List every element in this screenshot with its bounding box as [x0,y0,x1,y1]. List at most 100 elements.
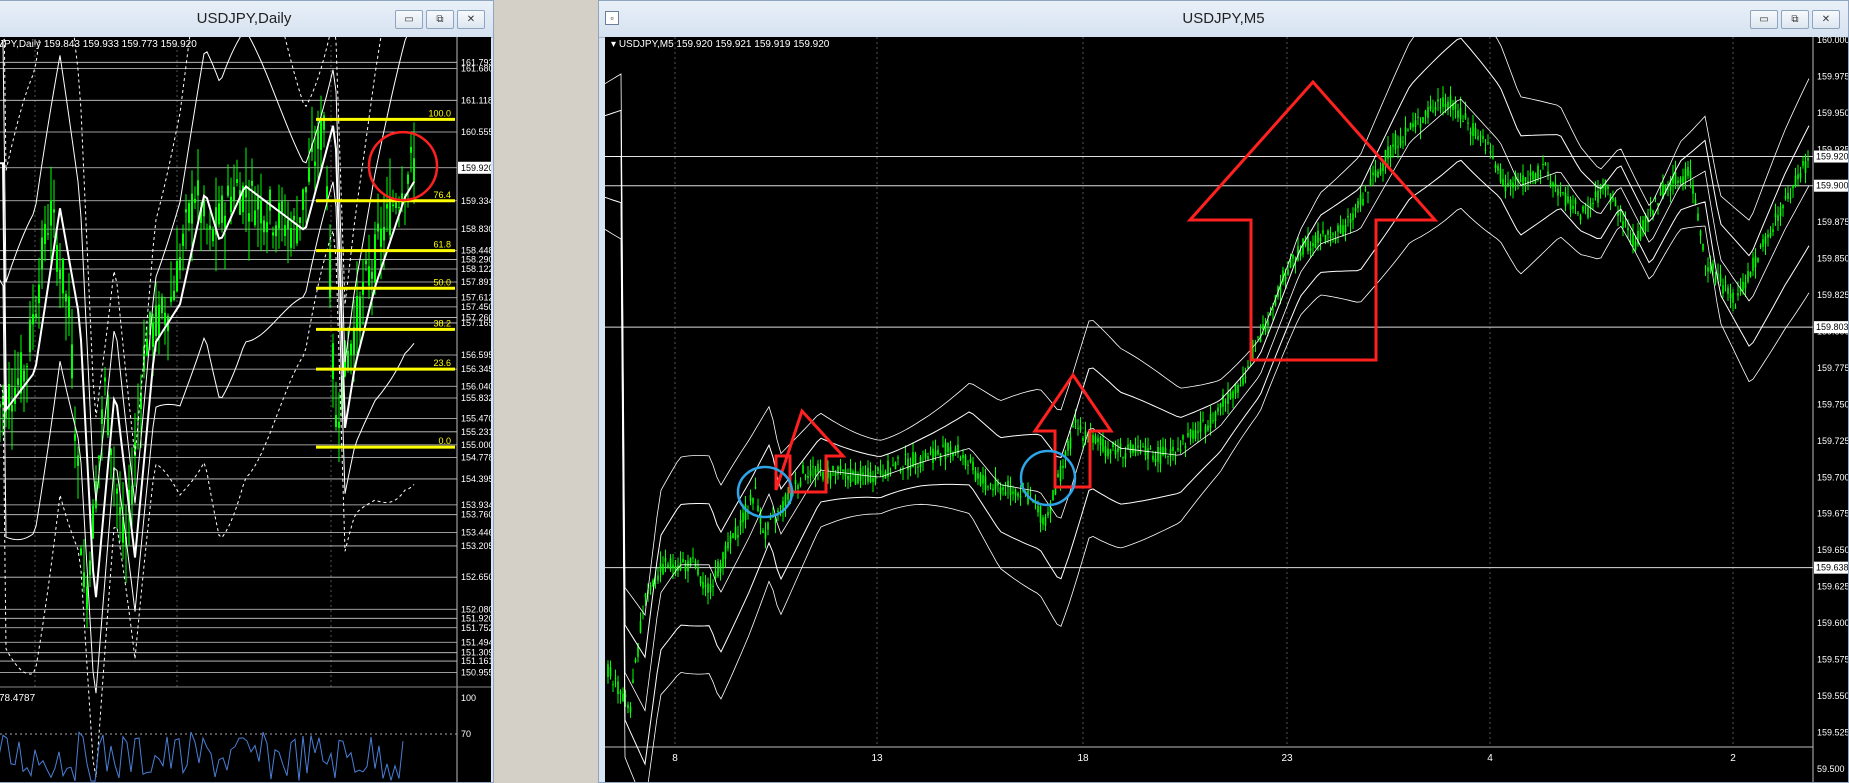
candle-body [1569,199,1572,210]
daily-chart-window[interactable]: USDJPY,Daily ▭ ⧉ ✕ JPY,Daily 159.843 159… [0,0,494,783]
close-button[interactable]: ✕ [457,10,485,29]
candle-body [1062,465,1064,469]
close-button[interactable]: ✕ [1812,10,1840,29]
candle-body [659,562,662,572]
candle-body [1557,188,1559,196]
candle-body [221,195,223,223]
candle-body [191,193,193,224]
candle-body [944,442,947,460]
candle-body [1627,227,1629,231]
price-axis-label: 160.000 [1817,37,1849,45]
candle-body [1307,236,1309,252]
candle-body [1482,136,1484,139]
candle-body [822,471,824,480]
candle-body [1272,308,1274,310]
candle-body [347,350,349,369]
price-axis-label: 154.395 [461,474,491,484]
candle-body [1047,512,1049,516]
candle-body [979,473,982,486]
candle-body [737,534,739,538]
candle-body [1519,180,1522,183]
candle-body [1257,336,1259,338]
m5-chart-area[interactable]: ▾ USDJPY,M5 159.920 159.921 159.919 159.… [605,37,1849,782]
candle-body [709,583,712,592]
candle-body [1147,448,1149,460]
candle-body [227,185,229,196]
candle-body [657,575,659,581]
candle-body [1194,429,1197,439]
candle-body [807,475,809,479]
candle-body [383,226,385,241]
candle-body [20,352,22,394]
minimize-button[interactable]: ▭ [395,10,423,29]
daily-chart-area[interactable]: JPY,Daily 159.843 159.933 159.773 159.92… [0,37,491,782]
price-axis-label: 159.725 [1817,436,1849,446]
candle-body [1652,210,1654,215]
m5-chart-svg: 8 13 18 23 4 2160.000159.975159.950159.925159… [605,37,1849,782]
candle-body [1212,420,1214,422]
candle-body [1349,219,1352,223]
restore-button[interactable]: ⧉ [426,10,454,29]
candle-body [1759,245,1762,247]
candle-body [734,526,737,539]
candle-body [744,504,747,520]
candle-body [35,313,37,319]
price-axis-label: 160.555 [461,127,491,137]
candle-body [0,404,1,408]
candle-body [1592,203,1594,205]
price-axis-label: 151.494 [461,637,491,647]
price-axis-label: 159.334 [461,196,491,206]
candle-body [1342,225,1344,236]
candle-body [284,225,286,236]
candle-body [1579,215,1582,220]
candle-body [1184,446,1187,448]
candle-body [1109,449,1112,454]
candle-body [1399,136,1402,146]
candle-body [1352,213,1354,221]
candle-body [1707,267,1709,272]
candle-body [1767,234,1769,238]
candle-body [1244,377,1247,379]
m5-window-titlebar[interactable]: ▫ USDJPY,M5 ▭ ⧉ ✕ [599,1,1848,38]
candle-body [1247,366,1249,368]
daily-window-titlebar[interactable]: USDJPY,Daily ▭ ⧉ ✕ [0,1,493,38]
candle-body [185,209,187,213]
candle-body [1512,182,1514,188]
candle-body [158,304,160,338]
candle-body [1444,103,1447,108]
price-axis-label: 152.650 [461,572,491,582]
candle-body [1182,435,1184,440]
candle-body [619,691,622,694]
candle-body [1292,254,1294,259]
minimize-button[interactable]: ▭ [1750,10,1778,29]
candle-body [1749,272,1752,277]
candle-body [188,203,190,223]
candle-body [1142,446,1144,448]
candle-body [704,585,707,587]
candle-body [176,260,178,292]
candle-body [1067,440,1069,452]
highlight-circle [1019,449,1077,507]
candle-body [752,497,754,504]
candle-body [1457,110,1459,118]
candle-body [804,476,807,478]
candle-body [131,485,133,505]
candle-body [892,464,894,466]
highlight-circle [367,130,439,202]
candle-body [1199,421,1202,433]
candle-body [634,659,637,662]
candle-body [1234,383,1237,394]
candle-body [1474,127,1477,136]
candle-body [1559,192,1562,194]
candle-body [817,463,819,473]
candle-body [684,562,687,572]
m5-chart-window[interactable]: ▫ USDJPY,M5 ▭ ⧉ ✕ ▾ USDJPY,M5 159.920 15… [598,0,1849,783]
x-axis-label: 2 [1730,753,1736,764]
candle-body [1149,448,1152,450]
restore-button[interactable]: ⧉ [1781,10,1809,29]
candle-body [1754,256,1757,268]
candle-body [1719,274,1722,283]
candle-body [1387,146,1389,159]
candle-body [1224,401,1227,403]
candle-body [712,585,714,588]
